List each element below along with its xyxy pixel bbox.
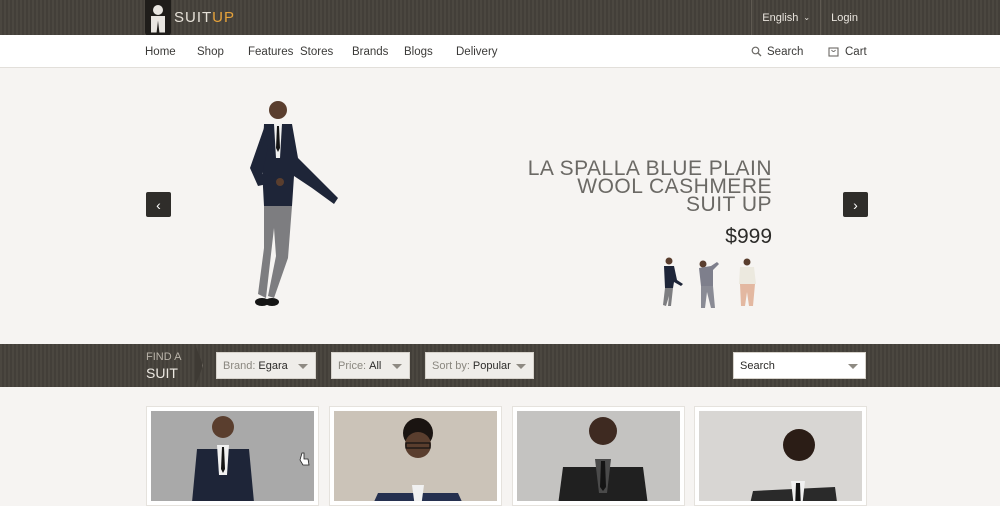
thumbnail-3[interactable] — [731, 256, 761, 310]
nav-cart-label: Cart — [845, 45, 867, 58]
logo-suit-icon — [145, 0, 171, 36]
logo-text: SUITUP — [174, 9, 236, 26]
brand-filter-select[interactable]: Brand: Egara — [216, 352, 316, 379]
find-label-small: FIND A — [146, 351, 182, 363]
product-image — [699, 411, 862, 501]
language-selector[interactable]: English ⌄ — [751, 0, 820, 35]
price-filter-value: All — [369, 359, 382, 372]
find-divider — [195, 344, 203, 387]
search-icon — [751, 46, 762, 57]
price-filter-label: Price: — [338, 359, 367, 372]
nav-blogs[interactable]: Blogs — [404, 35, 433, 68]
hero-slider: ‹ › LA SPALLA BLUE PLAIN WOOL CASHMERE S… — [0, 68, 1000, 344]
nav-home[interactable]: Home — [145, 35, 176, 68]
find-suit-label: FIND A SUIT — [146, 349, 181, 381]
language-label: English — [762, 11, 799, 24]
finder-search-value: Search — [740, 359, 775, 372]
main-nav: Home Shop Features Stores Brands Blogs D… — [0, 35, 1000, 68]
hero-price: $999 — [725, 225, 772, 248]
top-bar: SUITUP English ⌄ Login — [0, 0, 1000, 36]
find-label-big: SUIT — [146, 365, 178, 381]
login-link[interactable]: Login — [820, 0, 868, 35]
nav-stores[interactable]: Stores — [300, 35, 333, 68]
chevron-left-icon: ‹ — [156, 196, 161, 213]
hero-product-title: LA SPALLA BLUE PLAIN WOOL CASHMERE SUIT … — [472, 158, 772, 216]
nav-features[interactable]: Features — [248, 35, 293, 68]
sort-select[interactable]: Sort by: Popular — [425, 352, 534, 379]
chevron-right-icon: › — [853, 196, 858, 213]
chevron-down-icon: ⌄ — [803, 13, 811, 22]
hero-model-image — [250, 101, 338, 306]
product-image — [334, 411, 497, 501]
product-image — [517, 411, 680, 501]
slider-next-button[interactable]: › — [843, 192, 868, 217]
price-filter-select[interactable]: Price: All — [331, 352, 410, 379]
hero-thumbnails — [655, 256, 761, 310]
nav-search[interactable]: Search — [751, 35, 803, 68]
product-image — [151, 411, 314, 501]
nav-shop[interactable]: Shop — [197, 35, 224, 68]
product-card[interactable] — [694, 406, 867, 506]
nav-search-label: Search — [767, 45, 804, 58]
product-card[interactable] — [512, 406, 685, 506]
caret-down-icon — [516, 364, 526, 369]
thumbnail-2[interactable] — [693, 256, 723, 310]
logo[interactable]: SUITUP — [145, 0, 236, 36]
caret-down-icon — [392, 364, 402, 369]
product-grid — [0, 387, 1000, 506]
brand-filter-label: Brand: — [223, 359, 256, 372]
product-card[interactable] — [146, 406, 319, 506]
caret-down-icon — [848, 364, 858, 369]
thumbnail-1[interactable] — [655, 256, 685, 310]
top-right-links: English ⌄ Login — [751, 0, 868, 35]
finder-search-select[interactable]: Search — [733, 352, 866, 379]
hand-cursor-icon — [299, 452, 310, 466]
nav-brands[interactable]: Brands — [352, 35, 388, 68]
product-card[interactable] — [329, 406, 502, 506]
nav-cart[interactable]: Cart — [828, 35, 867, 68]
brand-filter-value: Egara — [258, 359, 288, 372]
cart-icon — [828, 47, 839, 57]
slider-prev-button[interactable]: ‹ — [146, 192, 171, 217]
find-suit-bar: FIND A SUIT Brand: Egara Price: All Sort b… — [0, 344, 1000, 387]
hero-title-line: SUIT UP — [686, 193, 772, 216]
nav-delivery[interactable]: Delivery — [456, 35, 498, 68]
caret-down-icon — [298, 364, 308, 369]
sort-label: Sort by: — [432, 359, 470, 372]
sort-value: Popular — [472, 359, 511, 372]
